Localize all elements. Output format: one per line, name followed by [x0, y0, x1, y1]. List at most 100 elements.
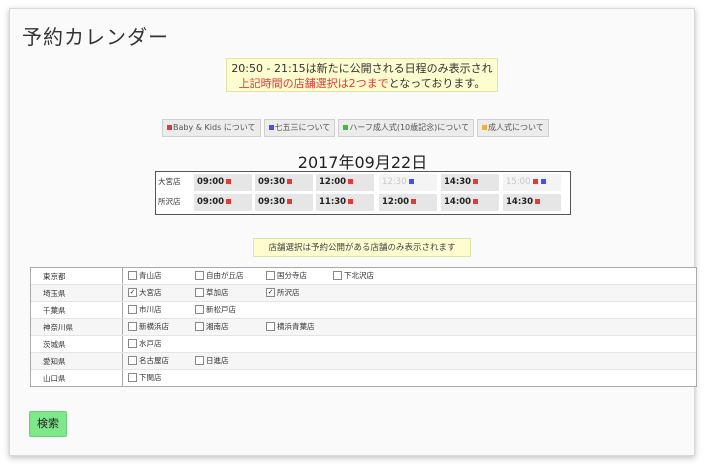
category-mark-icon: [348, 179, 354, 184]
store-checkbox[interactable]: 名古屋店: [128, 355, 169, 366]
time-slot-label: 11:30: [319, 197, 347, 207]
category-tags: Baby & Kids について 七五三について ハーフ成人式(10歳記念)について…: [162, 119, 549, 137]
category-tag[interactable]: 成人式について: [477, 119, 549, 137]
store-checkbox[interactable]: 下北沢店: [333, 270, 374, 281]
time-slot[interactable]: 09:00: [194, 174, 252, 191]
category-tag[interactable]: ハーフ成人式(10歳記念)について: [338, 119, 475, 137]
time-slot-label: 14:30: [444, 177, 472, 187]
category-mark-icon: [411, 199, 417, 204]
checkbox-icon[interactable]: [333, 271, 342, 280]
store-checkbox[interactable]: ✓ 大宮店: [128, 287, 162, 298]
column-divider: [122, 370, 123, 386]
category-mark-icon: [473, 199, 479, 204]
prefecture-name: 茨城県: [43, 340, 66, 349]
category-tag-label: 成人式について: [488, 123, 544, 132]
selected-date: 2017年09月22日: [297, 153, 428, 172]
store-checkbox-label: 所沢店: [277, 288, 300, 297]
time-slot[interactable]: 14:30: [441, 174, 499, 191]
slot-row: 所沢店 09:00 09:30 11:30 12:00 14:00 14:30: [156, 193, 570, 213]
time-slot[interactable]: 09:00: [194, 194, 252, 211]
table-row: 山口県 下関店: [31, 370, 696, 386]
store-checkbox-label: 下北沢店: [344, 271, 374, 280]
color-square-icon: [482, 125, 488, 130]
color-square-icon: [343, 125, 349, 130]
table-row: 東京都 青山店 自由が丘店 国分寺店 下北沢店: [31, 268, 696, 285]
store-checkbox-label: 国分寺店: [277, 271, 307, 280]
checked-box-icon[interactable]: ✓: [266, 288, 275, 297]
checkbox-icon[interactable]: [195, 305, 204, 314]
time-slot[interactable]: 11:30: [316, 194, 374, 211]
store-info-notice: 店舗選択は予約公開がある店舗のみ表示されます: [253, 238, 471, 257]
store-checkbox-label: 青山店: [139, 271, 162, 280]
store-checkbox[interactable]: 市川店: [128, 304, 162, 315]
store-checkbox-label: 日進店: [206, 356, 229, 365]
store-checkbox[interactable]: 草加店: [195, 287, 229, 298]
time-slot-table: 大宮店 09:00 09:30 12:00 12:30 14:30 15:00 所沢店 09:0…: [155, 171, 571, 215]
search-button[interactable]: 検索: [29, 411, 67, 437]
checkbox-icon[interactable]: [266, 271, 275, 280]
time-slot[interactable]: 14:00: [441, 194, 499, 211]
store-checkbox-label: 水戸店: [139, 339, 162, 348]
store-checkbox[interactable]: 日進店: [195, 355, 229, 366]
checkbox-icon[interactable]: [195, 288, 204, 297]
column-divider: [122, 302, 123, 318]
color-square-icon: [167, 125, 172, 130]
category-tag[interactable]: 七五三について: [263, 119, 336, 137]
time-slot: 12:30: [379, 174, 437, 191]
category-mark-icon: [287, 179, 293, 184]
prefecture-name: 山口県: [43, 374, 66, 383]
checkbox-icon[interactable]: [128, 322, 137, 331]
checkbox-icon[interactable]: [128, 373, 137, 382]
table-row: 神奈川県 新横浜店 湘南店 横浜青葉店: [31, 319, 696, 336]
store-checkbox-label: 横浜青葉店: [277, 322, 315, 331]
notice-line2-red: 上記時間の店舗選択は2つまで: [238, 77, 389, 90]
store-checkbox[interactable]: 下関店: [128, 372, 162, 383]
checkbox-icon[interactable]: [195, 322, 204, 331]
category-mark-icon: [408, 179, 414, 184]
checkbox-icon[interactable]: [195, 271, 204, 280]
prefecture-name: 愛知県: [43, 357, 66, 366]
time-slot-label: 09:00: [197, 197, 225, 207]
checkbox-icon[interactable]: [128, 339, 137, 348]
store-checkbox[interactable]: 新横浜店: [128, 321, 169, 332]
store-checkbox-label: 湘南店: [206, 322, 229, 331]
checkbox-icon[interactable]: [128, 305, 137, 314]
time-slot[interactable]: 12:00: [379, 194, 437, 211]
table-row: 埼玉県 ✓ 大宮店 草加店 ✓ 所沢店: [31, 285, 696, 302]
category-mark-icon: [532, 179, 538, 184]
checkbox-icon[interactable]: [195, 356, 204, 365]
time-slot[interactable]: 09:30: [255, 194, 313, 211]
store-checkbox[interactable]: 水戸店: [128, 338, 162, 349]
store-checkbox-label: 大宮店: [139, 288, 162, 297]
table-row: 千葉県 市川店 新松戸店: [31, 302, 696, 319]
category-mark-icon: [287, 199, 293, 204]
prefecture-name: 埼玉県: [43, 289, 66, 298]
category-mark-icon: [540, 179, 546, 184]
time-slot-label: 14:00: [444, 197, 472, 207]
store-checkbox[interactable]: 青山店: [128, 270, 162, 281]
checked-box-icon[interactable]: ✓: [128, 288, 137, 297]
store-checkbox[interactable]: ✓ 所沢店: [266, 287, 300, 298]
checkbox-icon[interactable]: [128, 271, 137, 280]
store-checkbox[interactable]: 横浜青葉店: [266, 321, 315, 332]
category-tag[interactable]: Baby & Kids について: [162, 119, 261, 137]
page-title: 予約カレンダー: [22, 25, 169, 49]
checkbox-icon[interactable]: [266, 322, 275, 331]
time-slot: 15:00: [503, 174, 561, 191]
column-divider: [122, 353, 123, 369]
store-checkbox[interactable]: 湘南店: [195, 321, 229, 332]
time-slot[interactable]: 09:30: [255, 174, 313, 191]
store-checkbox[interactable]: 自由が丘店: [195, 270, 244, 281]
prefecture-name: 千葉県: [43, 306, 66, 315]
store-checkbox-label: 新松戸店: [206, 305, 236, 314]
time-slot[interactable]: 12:00: [316, 174, 374, 191]
store-checkbox-label: 自由が丘店: [206, 271, 244, 280]
checkbox-icon[interactable]: [128, 356, 137, 365]
store-checkbox[interactable]: 国分寺店: [266, 270, 307, 281]
time-slot-label: 09:00: [197, 177, 225, 187]
prefecture-name: 神奈川県: [43, 323, 73, 332]
column-divider: [122, 285, 123, 301]
store-checkbox[interactable]: 新松戸店: [195, 304, 236, 315]
time-slot[interactable]: 14:30: [503, 194, 561, 211]
category-tag-label: ハーフ成人式(10歳記念)について: [349, 123, 470, 132]
